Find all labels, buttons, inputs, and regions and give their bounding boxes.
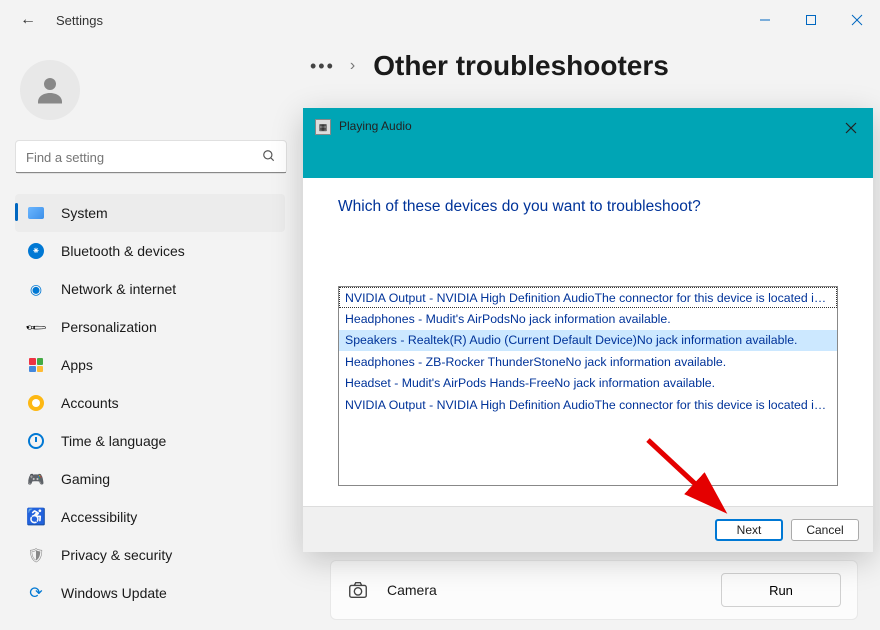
sidebar-item-label: System <box>61 205 108 221</box>
device-item[interactable]: Headset - Mudit's AirPods Hands-FreeNo j… <box>339 373 837 394</box>
dialog-close-button[interactable] <box>841 118 861 138</box>
maximize-button[interactable] <box>788 0 834 40</box>
sidebar-item-network[interactable]: ◉ Network & internet <box>15 270 285 308</box>
chevron-right-icon: › <box>350 57 355 75</box>
apps-icon <box>27 356 45 374</box>
sidebar-item-gaming[interactable]: 🎮 Gaming <box>15 460 285 498</box>
troubleshooter-row-camera: Camera Run <box>330 560 858 620</box>
sidebar-item-label: Apps <box>61 357 93 373</box>
dialog-app-icon: ▦ <box>315 119 331 135</box>
dialog-heading: Which of these devices do you want to tr… <box>338 198 838 216</box>
sidebar-item-accessibility[interactable]: ♿ Accessibility <box>15 498 285 536</box>
nav-list: System ⁕ Bluetooth & devices ◉ Network & i… <box>15 194 300 612</box>
close-button[interactable] <box>834 0 880 40</box>
dialog-title: Playing Audio <box>339 119 412 133</box>
troubleshoot-dialog: ▦ Playing Audio Which of these devices d… <box>303 108 873 552</box>
sidebar-item-label: Gaming <box>61 471 110 487</box>
sidebar-item-label: Windows Update <box>61 585 167 601</box>
accessibility-icon: ♿ <box>27 508 45 526</box>
app-title: Settings <box>56 13 103 28</box>
camera-icon <box>347 579 369 601</box>
sidebar-item-privacy[interactable]: 🛡 Privacy & security <box>15 536 285 574</box>
sidebar-item-label: Accessibility <box>61 509 137 525</box>
sidebar-item-time-language[interactable]: Time & language <box>15 422 285 460</box>
avatar[interactable] <box>20 60 80 120</box>
run-button[interactable]: Run <box>721 573 841 607</box>
shield-icon: 🛡 <box>27 546 45 564</box>
cancel-button[interactable]: Cancel <box>791 519 859 541</box>
device-item[interactable]: Speakers - Realtek(R) Audio (Current Def… <box>339 330 837 351</box>
bluetooth-icon: ⁕ <box>27 242 45 260</box>
wifi-icon: ◉ <box>27 280 45 298</box>
clock-icon <box>27 432 45 450</box>
sidebar-item-windows-update[interactable]: ⟳ Windows Update <box>15 574 285 612</box>
sidebar-item-accounts[interactable]: Accounts <box>15 384 285 422</box>
back-arrow-icon[interactable]: ← <box>20 11 36 29</box>
sidebar-item-label: Time & language <box>61 433 166 449</box>
gaming-icon: 🎮 <box>27 470 45 488</box>
sidebar-item-personalization[interactable]: 🖌 Personalization <box>15 308 285 346</box>
device-item[interactable]: Headphones - Mudit's AirPodsNo jack info… <box>339 308 837 329</box>
system-icon <box>27 204 45 222</box>
device-item[interactable]: NVIDIA Output - NVIDIA High Definition A… <box>339 287 837 308</box>
accounts-icon <box>27 394 45 412</box>
device-item[interactable]: NVIDIA Output - NVIDIA High Definition A… <box>339 394 837 415</box>
minimize-button[interactable] <box>742 0 788 40</box>
page-title: Other troubleshooters <box>373 50 669 82</box>
brush-icon: 🖌 <box>27 318 45 336</box>
sidebar-item-label: Privacy & security <box>61 547 172 563</box>
device-list[interactable]: NVIDIA Output - NVIDIA High Definition A… <box>338 286 838 486</box>
search-input[interactable] <box>15 140 287 174</box>
sidebar-item-system[interactable]: System <box>15 194 285 232</box>
sidebar-item-label: Personalization <box>61 319 157 335</box>
sidebar-item-label: Bluetooth & devices <box>61 243 185 259</box>
sidebar-item-label: Accounts <box>61 395 119 411</box>
sidebar-item-apps[interactable]: Apps <box>15 346 285 384</box>
breadcrumb-more-icon[interactable]: ••• <box>310 56 335 77</box>
sidebar-item-label: Network & internet <box>61 281 176 297</box>
search-field[interactable] <box>26 150 262 165</box>
update-icon: ⟳ <box>27 584 45 602</box>
troubleshooter-label: Camera <box>387 582 721 598</box>
sidebar-item-bluetooth[interactable]: ⁕ Bluetooth & devices <box>15 232 285 270</box>
search-icon <box>262 149 276 166</box>
device-item[interactable]: Headphones - ZB-Rocker ThunderStoneNo ja… <box>339 351 837 372</box>
next-button[interactable]: Next <box>715 519 783 541</box>
